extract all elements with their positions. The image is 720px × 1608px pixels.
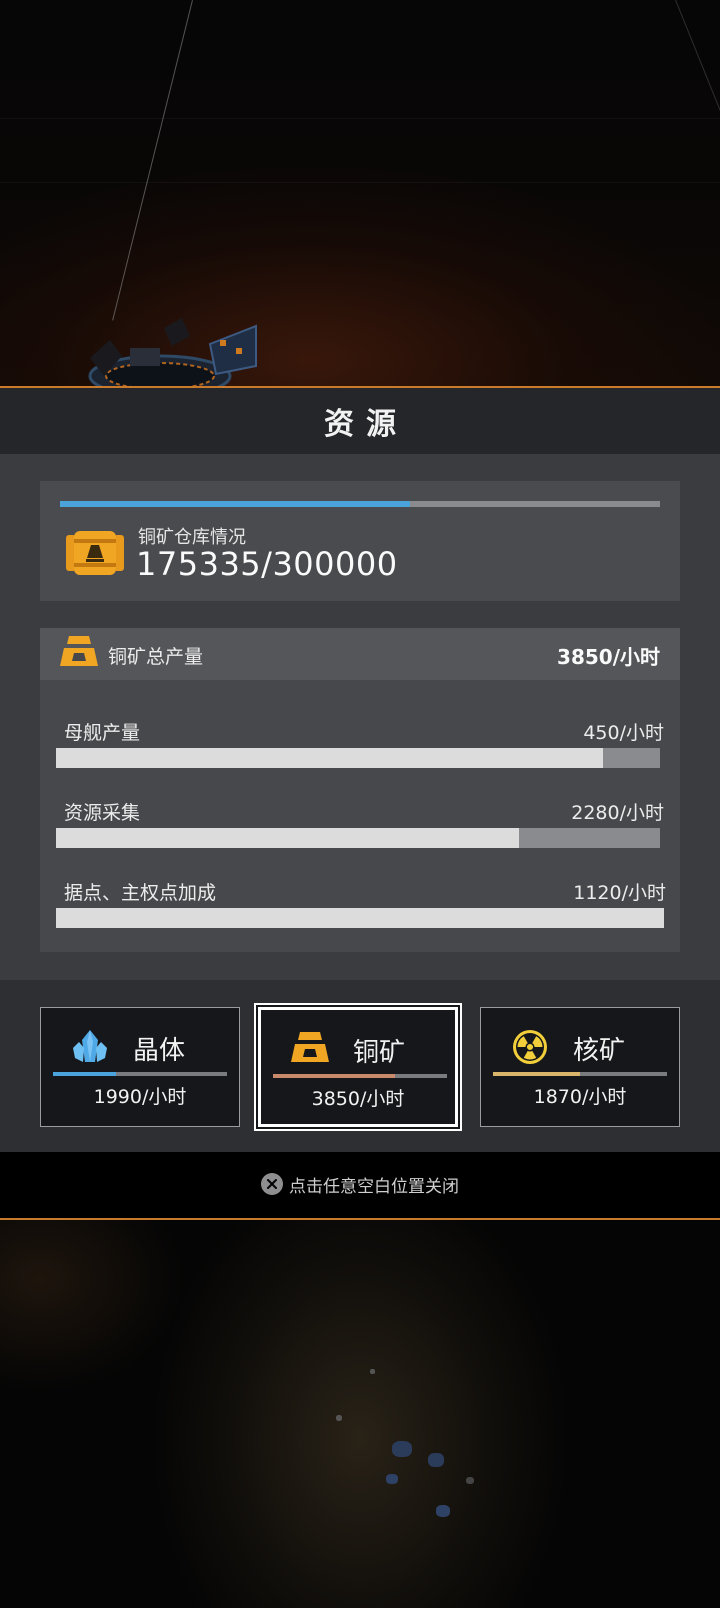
resource-tab-name: 核矿 <box>573 1036 626 1066</box>
panel-title: 资源 <box>324 407 408 442</box>
close-hint-bar[interactable]: 点击任意空白位置关闭 <box>0 1152 720 1216</box>
storage-progress-fill <box>60 501 411 507</box>
production-row-value: 450/小时 <box>583 722 664 744</box>
resource-tab-name: 晶体 <box>133 1036 186 1066</box>
storage-progress-bar <box>60 501 660 507</box>
production-section: 铜矿总产量 3850/小时 母舰产量 450/小时 资源采集 2280/小时 据… <box>40 628 680 952</box>
copper-ingot-icon <box>291 1032 329 1062</box>
storage-value: 175335/300000 <box>136 545 398 583</box>
resource-tab-bar-fill <box>273 1074 395 1078</box>
production-row-bar <box>56 748 660 768</box>
resource-tab-rate: 1990/小时 <box>93 1086 187 1108</box>
close-hint-text: 点击任意空白位置关闭 <box>289 1176 459 1197</box>
background-scene-bottom <box>0 1219 720 1608</box>
resource-tab-copper[interactable]: 铜矿 3850/小时 <box>256 1005 460 1129</box>
radiation-icon <box>513 1030 547 1064</box>
production-row-bar <box>56 908 664 928</box>
production-row-bar <box>56 828 660 848</box>
panel-body: 铜矿仓库情况 175335/300000 铜矿总产量 3850/小时 母舰产量 … <box>0 454 720 980</box>
production-row-bar-fill <box>56 908 664 928</box>
resource-panel: 资源 铜矿仓库情况 175335/300000 铜矿总产量 3850/小时 母舰… <box>0 386 720 1220</box>
background-scene-top <box>0 0 720 390</box>
panel-header: 资源 <box>0 388 720 454</box>
production-row-name: 资源采集 <box>64 802 141 824</box>
resource-tab-rate: 1870/小时 <box>533 1086 627 1108</box>
production-label: 铜矿总产量 <box>108 646 204 668</box>
space-station-image <box>88 318 257 390</box>
production-row-value: 2280/小时 <box>571 802 664 824</box>
resource-tab-bar <box>493 1072 667 1076</box>
resource-tab-bar-fill <box>493 1072 580 1076</box>
production-header: 铜矿总产量 3850/小时 <box>40 628 680 680</box>
copper-ingot-icon <box>60 636 98 666</box>
resource-tab-bar-fill <box>53 1072 116 1076</box>
panel-bottom-border <box>0 1218 720 1220</box>
crystal-icon <box>73 1030 107 1062</box>
resource-tab-crystal[interactable]: 晶体 1990/小时 <box>40 1007 240 1127</box>
copper-barrel-icon <box>66 531 124 575</box>
resource-tab-rate: 3850/小时 <box>311 1088 405 1110</box>
production-row-bar-fill <box>56 828 520 848</box>
production-row-name: 母舰产量 <box>64 722 141 744</box>
close-icon[interactable] <box>261 1173 283 1195</box>
production-row-name: 据点、主权点加成 <box>64 882 217 904</box>
production-row-bar-fill <box>56 748 604 768</box>
resource-tab-bar <box>53 1072 227 1076</box>
resource-tab-name: 铜矿 <box>353 1038 406 1068</box>
production-total: 3850/小时 <box>557 645 660 669</box>
resource-tab-bar <box>273 1074 447 1078</box>
resource-tabs: 晶体 1990/小时 铜矿 3850/小时 核矿 1870/小时 <box>0 980 720 1152</box>
storage-section: 铜矿仓库情况 175335/300000 <box>40 481 680 601</box>
resource-tab-nuclear[interactable]: 核矿 1870/小时 <box>480 1007 680 1127</box>
production-row-value: 1120/小时 <box>573 882 666 904</box>
